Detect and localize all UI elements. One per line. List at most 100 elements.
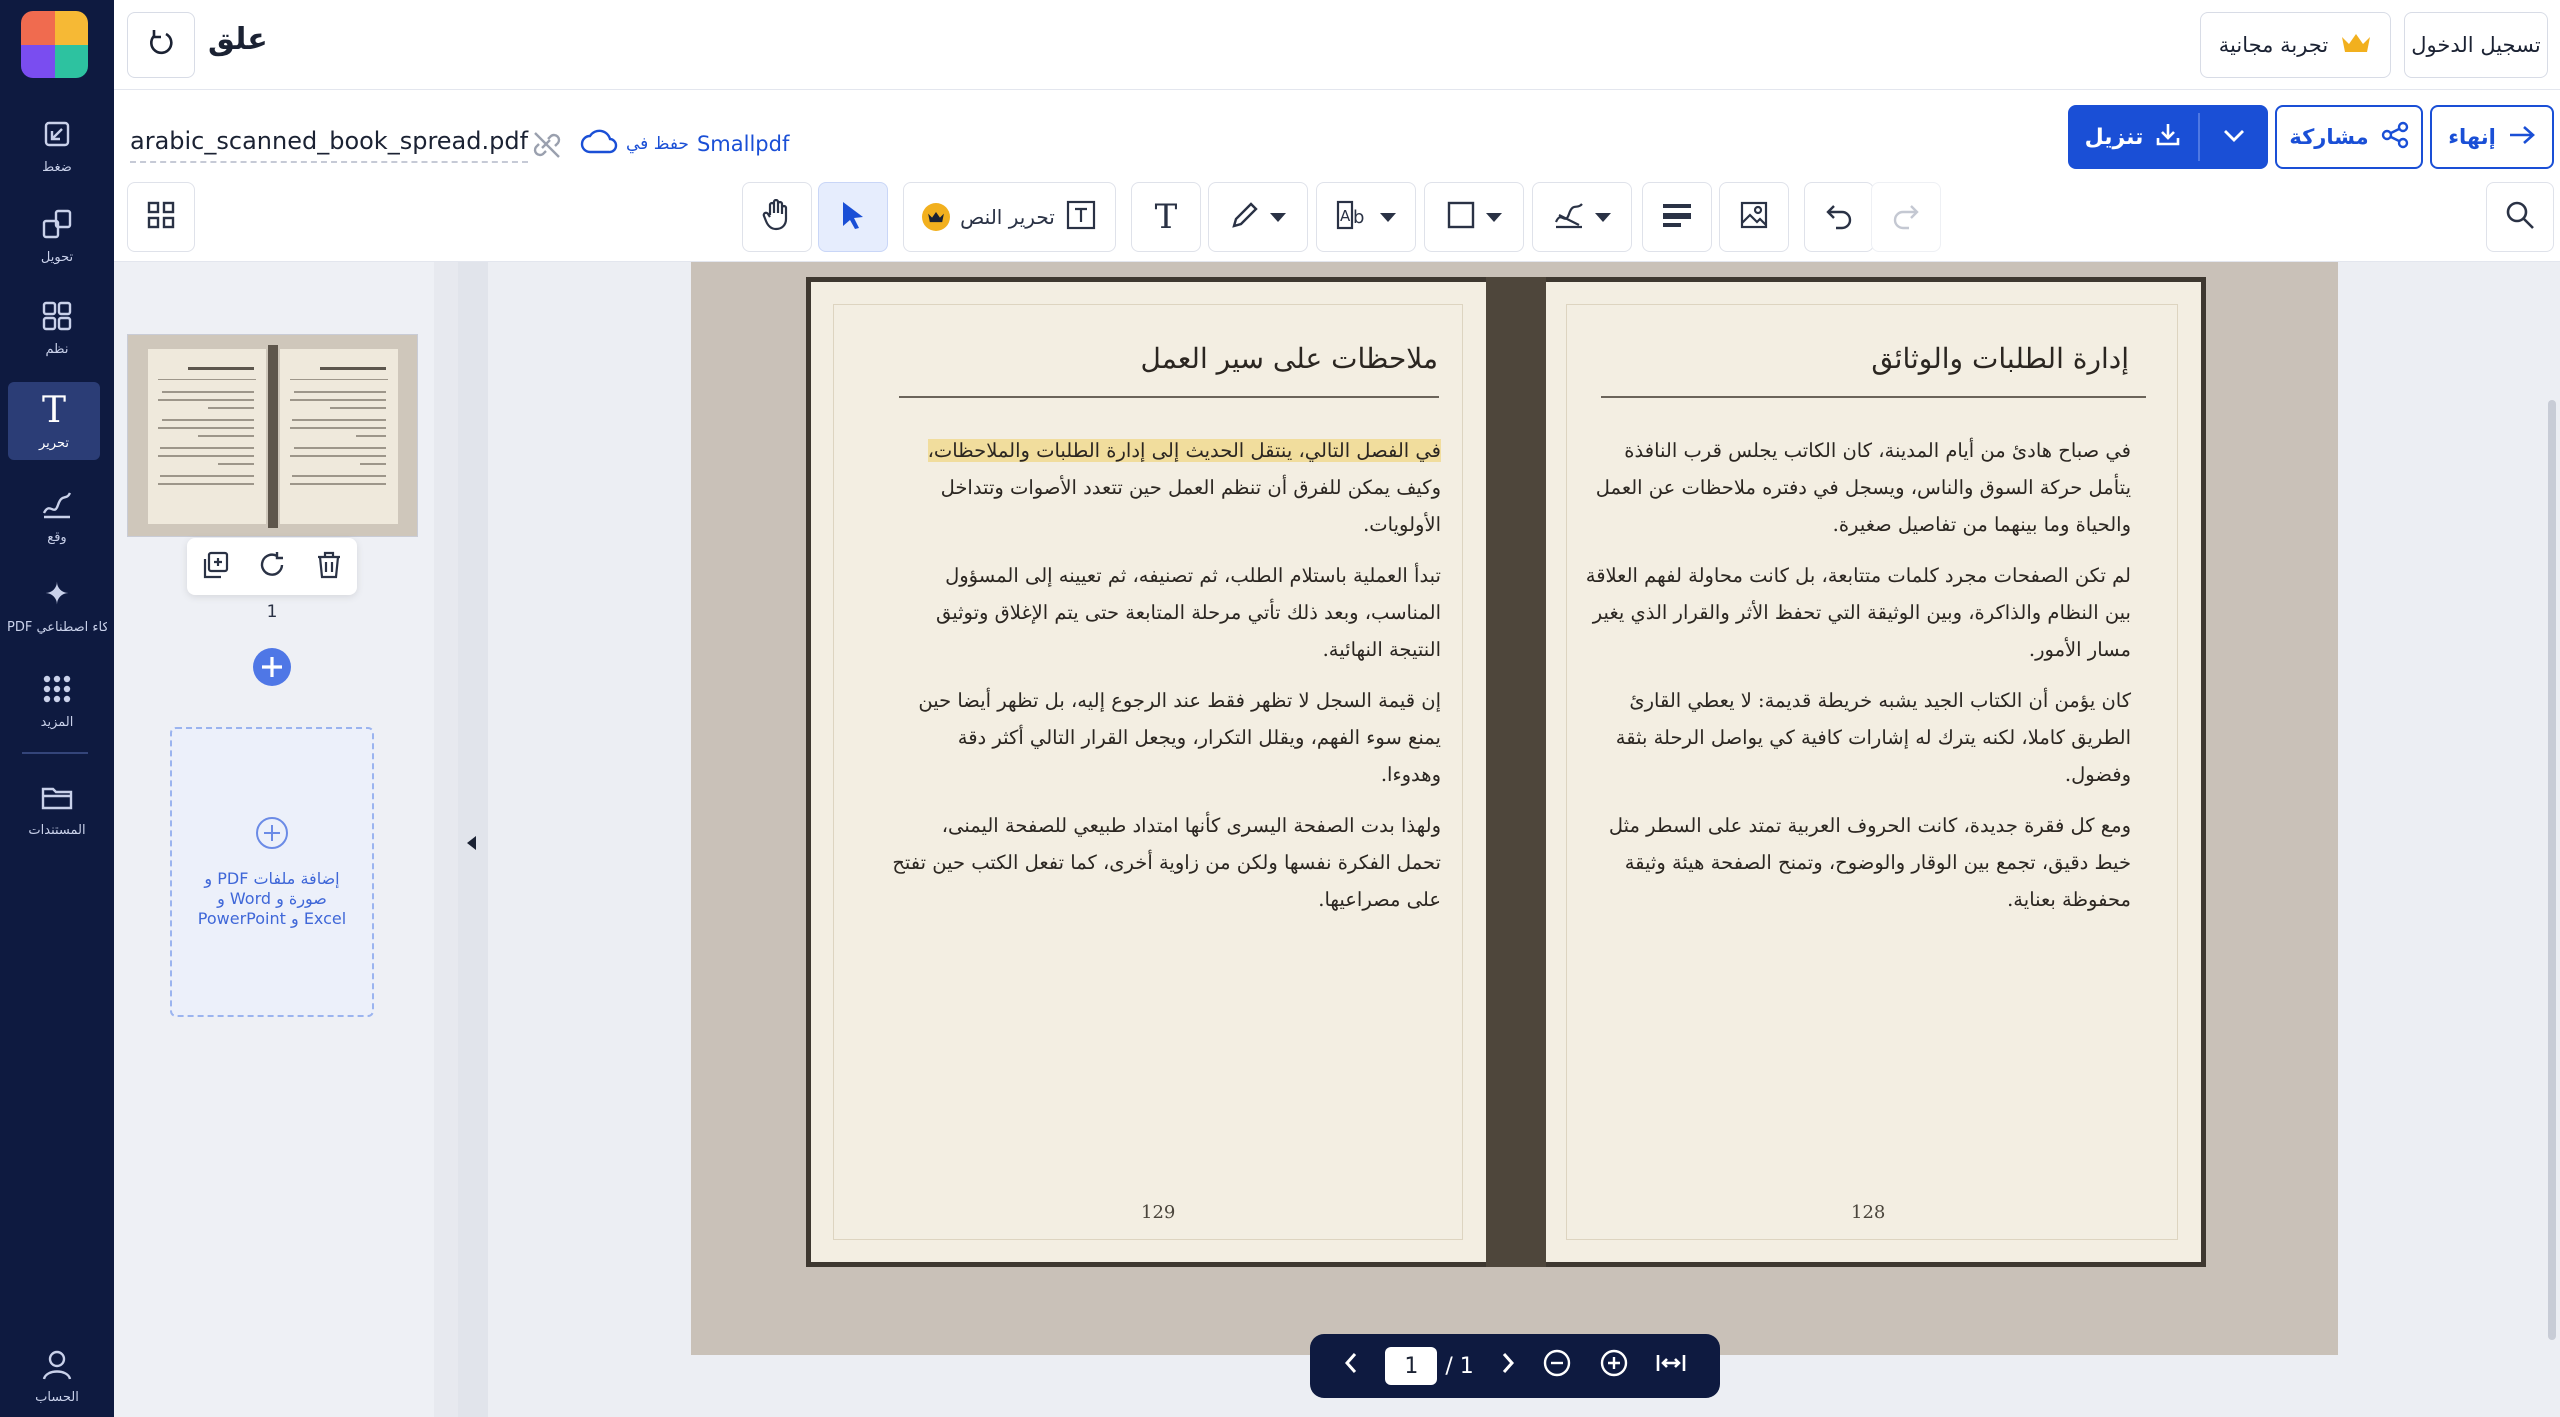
share-button[interactable]: مشاركة (2275, 105, 2423, 169)
rail-item-ai[interactable]: ✦ PDF ذكاء اصطناعي... (0, 570, 114, 636)
rail-label: وقع (47, 530, 67, 545)
rotate-icon[interactable] (257, 550, 287, 584)
plus-circle-icon (255, 816, 289, 855)
left-paragraph-2[interactable]: تبدأ العملية باستلام الطلب، ثم تصنيفه، ث… (861, 557, 1441, 668)
thumbnail-actions (187, 538, 357, 595)
duplicate-icon[interactable] (200, 550, 230, 584)
organize-icon (33, 292, 81, 340)
redact-tool-button[interactable] (1642, 182, 1712, 252)
grid-icon (146, 200, 176, 235)
unlink-icon[interactable] (530, 128, 564, 166)
left-paragraph-4[interactable]: ولهذا بدت الصفحة اليسرى كأنها امتداد طبي… (861, 807, 1441, 918)
undo-button[interactable] (1804, 182, 1874, 252)
highlight-text-button[interactable]: bA (1316, 182, 1416, 252)
draw-tool-button[interactable] (1208, 182, 1308, 252)
left-page-title: ملاحظات على سير العمل (1140, 342, 1438, 375)
right-paragraph-3[interactable]: كان يؤمن أن الكتاب الجيد يشبه خريطة قديم… (1571, 682, 2131, 793)
cursor-arrow-icon (840, 200, 866, 235)
share-icon (2381, 121, 2409, 154)
next-page-icon[interactable] (1500, 1351, 1516, 1381)
download-icon (2155, 121, 2181, 153)
thumbnail-right-page (280, 349, 398, 524)
undo-arrow-icon (146, 28, 176, 63)
file-name[interactable]: arabic_scanned_book_spread.pdf (130, 127, 529, 163)
rail-item-compress[interactable]: ضغط (0, 110, 114, 175)
finish-button[interactable]: إنهاء (2430, 105, 2554, 169)
page-total: / 1 (1445, 1353, 1474, 1379)
svg-text:A: A (1340, 207, 1351, 225)
hand-tool-button[interactable] (742, 182, 812, 252)
rail-item-documents[interactable]: المستندات (0, 773, 114, 838)
right-paragraph-4[interactable]: ومع كل فقرة جديدة، كانت الحروف العربية ت… (1571, 807, 2131, 918)
insert-image-button[interactable] (1719, 182, 1789, 252)
select-tool-button[interactable] (818, 182, 888, 252)
arrow-right-icon (2508, 124, 2536, 151)
zoom-in-icon[interactable] (1599, 1348, 1629, 1384)
login-button[interactable]: تسجيل الدخول (2404, 12, 2548, 78)
left-book-page: ملاحظات على سير العمل في الفصل التالي، ي… (811, 282, 1486, 1262)
thumbnail-spine (268, 345, 278, 528)
left-paragraph-1[interactable]: في الفصل التالي، ينتقل الحديث إلى إدارة … (861, 432, 1441, 543)
shape-tool-button[interactable] (1424, 182, 1524, 252)
left-paragraph-3[interactable]: إن قيمة السجل لا تظهر فقط عند الرجوع إلي… (861, 682, 1441, 793)
right-page-number: 128 (1851, 1202, 1886, 1223)
edit-text-button[interactable]: تحرير النص (903, 182, 1116, 252)
page-number-input[interactable]: 1 (1385, 1347, 1438, 1385)
app-logo[interactable] (21, 11, 88, 78)
caret-down-icon (1486, 212, 1502, 222)
edit-text-label: تحرير النص (960, 205, 1055, 229)
sign-tool-button[interactable] (1532, 182, 1632, 252)
image-icon (1739, 200, 1769, 235)
free-trial-label: تجربة مجانية (2218, 33, 2329, 57)
rail-label: تحويل (40, 250, 74, 265)
trash-icon[interactable] (314, 550, 344, 584)
rail-item-convert[interactable]: تحويل (0, 200, 114, 265)
right-paragraph-1[interactable]: في صباح هادئ من أيام المدينة، كان الكاتب… (1571, 432, 2131, 543)
rail-item-account[interactable]: الحساب (0, 1340, 114, 1405)
rail-item-sign[interactable]: وقع (0, 480, 114, 545)
download-button[interactable]: تنزيل (2068, 105, 2198, 169)
edit-text-icon: T (41, 389, 66, 431)
redo-button[interactable] (1871, 182, 1941, 252)
rail-item-more[interactable]: المزيد (0, 665, 114, 730)
download-options-button[interactable] (2200, 105, 2268, 169)
right-book-page: إدارة الطلبات والوثائق في صباح هادئ من أ… (1546, 282, 2201, 1262)
caret-down-icon (1380, 212, 1396, 222)
pen-icon (1230, 200, 1260, 235)
top-bar (114, 0, 2560, 90)
rail-label: تحرير (39, 436, 69, 451)
add-page-icon[interactable] (252, 647, 292, 691)
thumbnails-toggle-button[interactable] (127, 182, 195, 252)
search-button[interactable] (2486, 182, 2554, 252)
hand-icon (762, 198, 792, 236)
add-files-text: إضافة ملفات PDF و صورة و Word و Excel و … (197, 868, 347, 928)
rail-label: ضغط (42, 160, 72, 175)
save-to-cloud[interactable]: حفظ في Smallpdf (580, 128, 789, 160)
previous-page-icon[interactable] (1343, 1351, 1359, 1381)
caret-down-icon (1270, 212, 1286, 222)
page-thumbnail[interactable] (127, 334, 418, 537)
back-button[interactable] (127, 12, 195, 78)
vertical-scrollbar[interactable] (2548, 400, 2556, 1340)
free-trial-button[interactable]: تجربة مجانية (2200, 12, 2391, 78)
zoom-out-icon[interactable] (1542, 1348, 1572, 1384)
rail-label: المستندات (28, 823, 86, 838)
chevron-down-icon (2223, 128, 2245, 147)
left-title-rule (899, 396, 1439, 398)
rail-item-organize[interactable]: نظم (0, 292, 114, 357)
undo-icon (1824, 200, 1854, 235)
more-grid-icon (33, 665, 81, 713)
right-paragraph-2[interactable]: لم تكن الصفحات مجرد كلمات متتابعة، بل كا… (1571, 557, 2131, 668)
account-icon (33, 1340, 81, 1388)
page-navigation-bar: 1 / 1 (1310, 1334, 1720, 1398)
add-files-dropzone[interactable]: إضافة ملفات PDF و صورة و Word و Excel و … (170, 727, 374, 1017)
app-title: علق (208, 22, 268, 57)
svg-text:b: b (1353, 207, 1364, 228)
left-page-number: 129 (1141, 1202, 1176, 1223)
fit-width-icon[interactable] (1655, 1351, 1687, 1381)
add-text-button[interactable]: T (1131, 182, 1201, 252)
download-label: تنزيل (2084, 124, 2144, 150)
left-rail: ضغط تحويل نظم T تحرير وقع ✦ PDF ذكاء اصط… (0, 0, 114, 1417)
collapse-sidebar-icon[interactable] (464, 834, 478, 856)
rail-item-edit[interactable]: T تحرير (8, 382, 100, 460)
